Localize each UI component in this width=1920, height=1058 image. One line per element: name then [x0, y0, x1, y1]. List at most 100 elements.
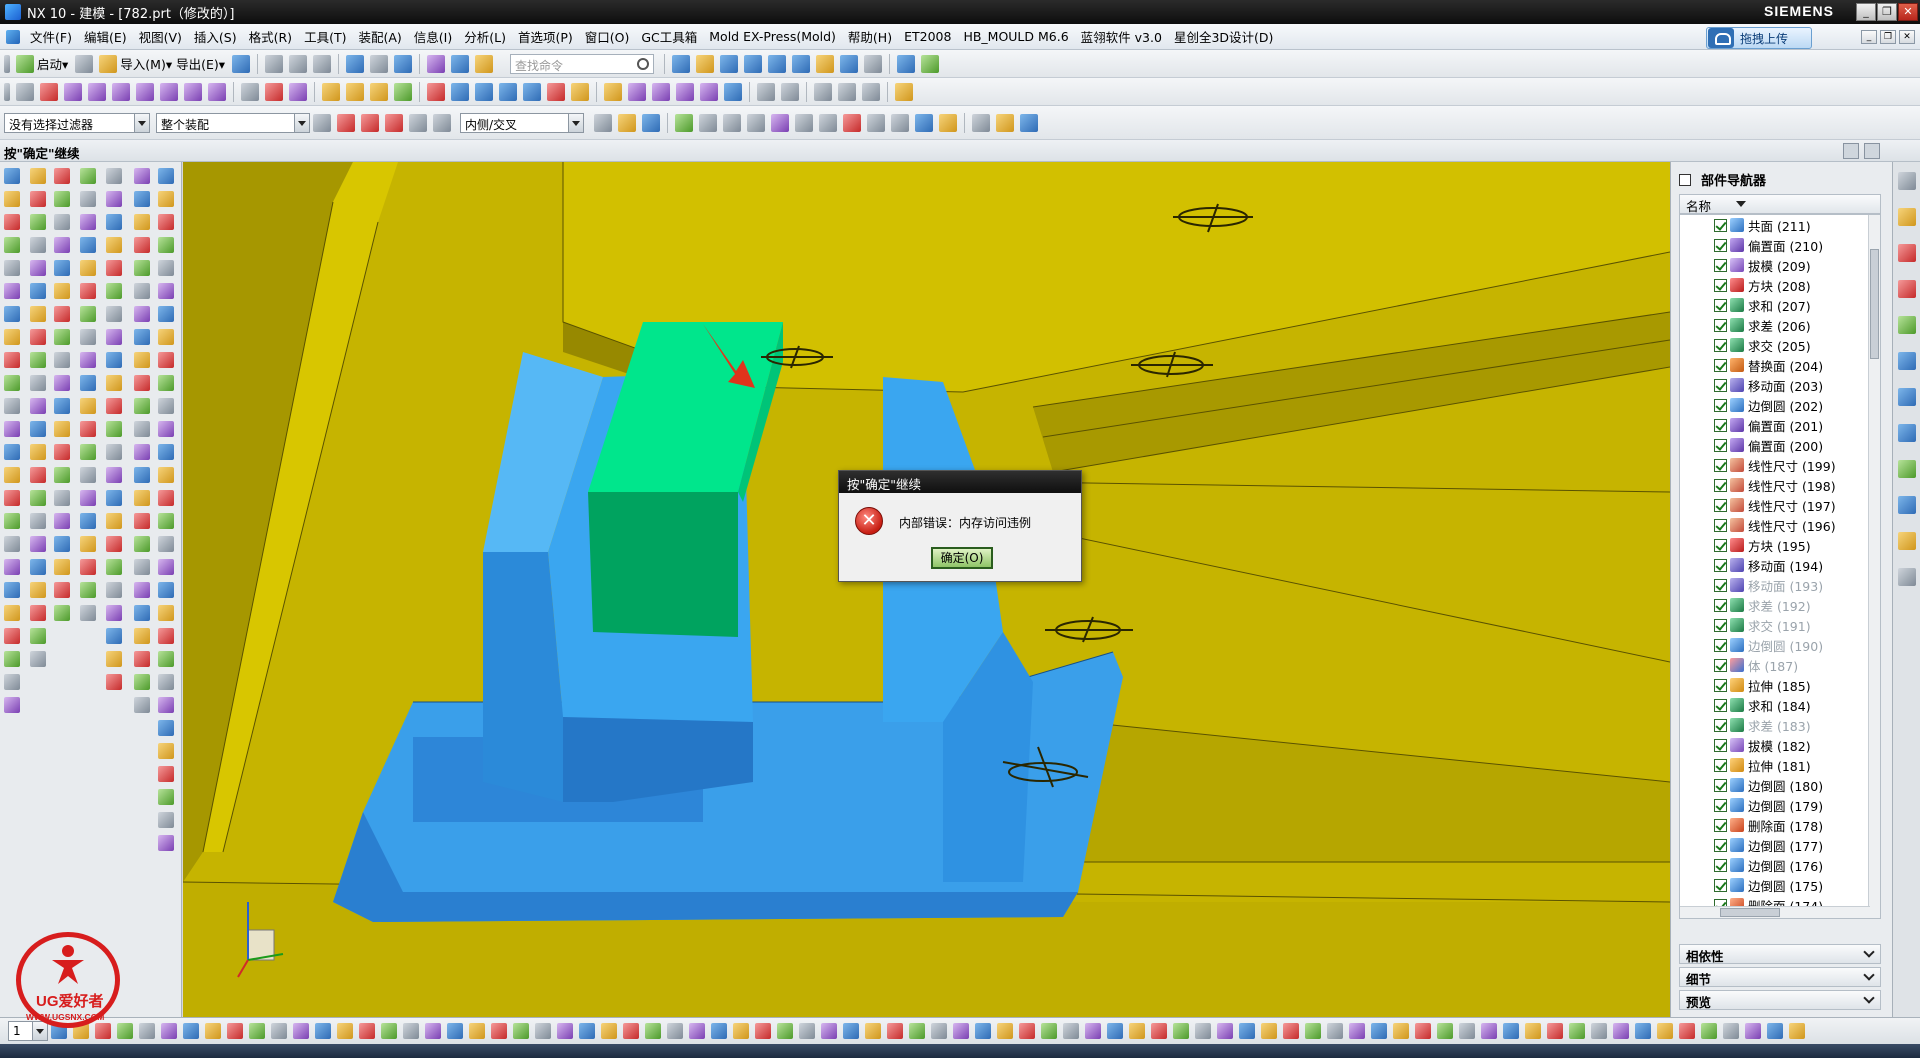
feature-row[interactable]: 移动面 (203): [1680, 375, 1870, 395]
palette-command-icon[interactable]: [30, 375, 46, 391]
menu-assemblies[interactable]: 装配(A): [352, 27, 407, 46]
palette-command-icon[interactable]: [4, 237, 20, 253]
process-studio-icon[interactable]: [1898, 496, 1916, 514]
bottom-command-icon[interactable]: [733, 1023, 749, 1039]
offset-curve-icon[interactable]: [160, 82, 178, 101]
touch-mode-icon[interactable]: [451, 54, 470, 73]
system-materials-icon[interactable]: [1898, 460, 1916, 478]
palette-command-icon[interactable]: [158, 835, 174, 851]
feature-visibility-checkbox[interactable]: [1714, 378, 1727, 392]
show-hide-icon[interactable]: [897, 54, 916, 73]
bottom-command-icon[interactable]: [1261, 1023, 1277, 1039]
palette-command-icon[interactable]: [106, 168, 122, 184]
delete-body-icon[interactable]: [547, 82, 565, 101]
background-icon[interactable]: [864, 54, 883, 73]
palette-command-icon[interactable]: [30, 283, 46, 299]
render-style-icon[interactable]: [696, 54, 715, 73]
minimize-button[interactable]: _: [1856, 3, 1876, 21]
feature-row[interactable]: 拉伸 (185): [1680, 675, 1870, 695]
web-browser-icon[interactable]: [1898, 388, 1916, 406]
palette-command-icon[interactable]: [106, 375, 122, 391]
menu-help[interactable]: 帮助(H): [842, 27, 898, 46]
palette-command-icon[interactable]: [30, 214, 46, 230]
feature-row[interactable]: 移动面 (193): [1680, 575, 1870, 595]
feature-visibility-checkbox[interactable]: [1714, 758, 1727, 772]
graphics-window[interactable]: 按"确定"继续 ✕ 内部错误：内存访问违例 确定(O): [183, 162, 1670, 1017]
palette-command-icon[interactable]: [4, 628, 20, 644]
start-icon[interactable]: [16, 54, 34, 73]
palette-command-icon[interactable]: [158, 743, 174, 759]
curve-icon[interactable]: [64, 82, 82, 101]
palette-command-icon[interactable]: [158, 812, 174, 828]
bottom-command-icon[interactable]: [1767, 1023, 1783, 1039]
bottom-command-icon[interactable]: [557, 1023, 573, 1039]
select-box-icon[interactable]: [241, 82, 259, 101]
palette-command-icon[interactable]: [158, 214, 174, 230]
palette-command-icon[interactable]: [54, 536, 70, 552]
palette-command-icon[interactable]: [4, 283, 20, 299]
bottom-command-icon[interactable]: [1481, 1023, 1497, 1039]
menu-insert[interactable]: 插入(S): [188, 27, 243, 46]
palette-command-icon[interactable]: [54, 352, 70, 368]
bottom-command-icon[interactable]: [513, 1023, 529, 1039]
palette-command-icon[interactable]: [80, 559, 96, 575]
feature-row[interactable]: 边倒圆 (177): [1680, 835, 1870, 855]
palette-command-icon[interactable]: [134, 214, 150, 230]
feature-visibility-checkbox[interactable]: [1714, 278, 1727, 292]
select-feature-icon[interactable]: [337, 113, 355, 132]
palette-command-icon[interactable]: [106, 444, 122, 460]
select-face-icon[interactable]: [618, 113, 636, 132]
palette-command-icon[interactable]: [134, 283, 150, 299]
feature-visibility-checkbox[interactable]: [1714, 318, 1727, 332]
bottom-command-icon[interactable]: [1547, 1023, 1563, 1039]
cut-icon[interactable]: [265, 54, 284, 73]
upload-button[interactable]: 拖拽上传: [1706, 27, 1812, 49]
doc-restore-button[interactable]: ❐: [1880, 30, 1896, 44]
feature-visibility-checkbox[interactable]: [1714, 798, 1727, 812]
feature-visibility-checkbox[interactable]: [1714, 598, 1727, 612]
menu-hb-mould[interactable]: HB_MOULD M6.6: [957, 29, 1074, 44]
feature-visibility-checkbox[interactable]: [1714, 498, 1727, 512]
intersection-curve-icon[interactable]: [208, 82, 226, 101]
measure-body-icon[interactable]: [862, 82, 880, 101]
palette-command-icon[interactable]: [30, 260, 46, 276]
menu-gc-toolkit[interactable]: GC工具箱: [635, 27, 703, 46]
bottom-command-icon[interactable]: [1679, 1023, 1695, 1039]
palette-command-icon[interactable]: [4, 444, 20, 460]
palette-command-icon[interactable]: [106, 490, 122, 506]
palette-command-icon[interactable]: [158, 352, 174, 368]
shaded-icon[interactable]: [720, 54, 739, 73]
feature-row[interactable]: 线性尺寸 (199): [1680, 455, 1870, 475]
feature-visibility-checkbox[interactable]: [1714, 358, 1727, 372]
feature-visibility-checkbox[interactable]: [1714, 218, 1727, 232]
palette-command-icon[interactable]: [80, 191, 96, 207]
midpoint-snap-icon[interactable]: [699, 113, 717, 132]
move-object-icon[interactable]: [757, 82, 775, 101]
bottom-command-icon[interactable]: [491, 1023, 507, 1039]
feature-visibility-checkbox[interactable]: [1714, 518, 1727, 532]
palette-command-icon[interactable]: [30, 398, 46, 414]
gear-icon[interactable]: [1898, 172, 1916, 190]
cube-view-icon[interactable]: [1020, 113, 1038, 132]
palette-command-icon[interactable]: [4, 214, 20, 230]
bottom-command-icon[interactable]: [711, 1023, 727, 1039]
repeat-command-icon[interactable]: [427, 54, 446, 73]
details-section[interactable]: 细节: [1679, 967, 1881, 987]
palette-command-icon[interactable]: [106, 329, 122, 345]
feature-row[interactable]: 偏置面 (210): [1680, 235, 1870, 255]
palette-command-icon[interactable]: [4, 513, 20, 529]
bottom-command-icon[interactable]: [447, 1023, 463, 1039]
settings-icon[interactable]: [409, 113, 427, 132]
general-selection-icon[interactable]: [313, 113, 331, 132]
menu-analysis[interactable]: 分析(L): [458, 27, 512, 46]
bottom-command-icon[interactable]: [1569, 1023, 1585, 1039]
palette-command-icon[interactable]: [158, 329, 174, 345]
partial-shading-icon[interactable]: [840, 54, 859, 73]
feature-row[interactable]: 求差 (206): [1680, 315, 1870, 335]
palette-command-icon[interactable]: [80, 467, 96, 483]
menu-preferences[interactable]: 首选项(P): [512, 27, 579, 46]
bottom-command-icon[interactable]: [601, 1023, 617, 1039]
feature-row[interactable]: 求交 (205): [1680, 335, 1870, 355]
palette-command-icon[interactable]: [80, 306, 96, 322]
arc-center-snap-icon[interactable]: [771, 113, 789, 132]
